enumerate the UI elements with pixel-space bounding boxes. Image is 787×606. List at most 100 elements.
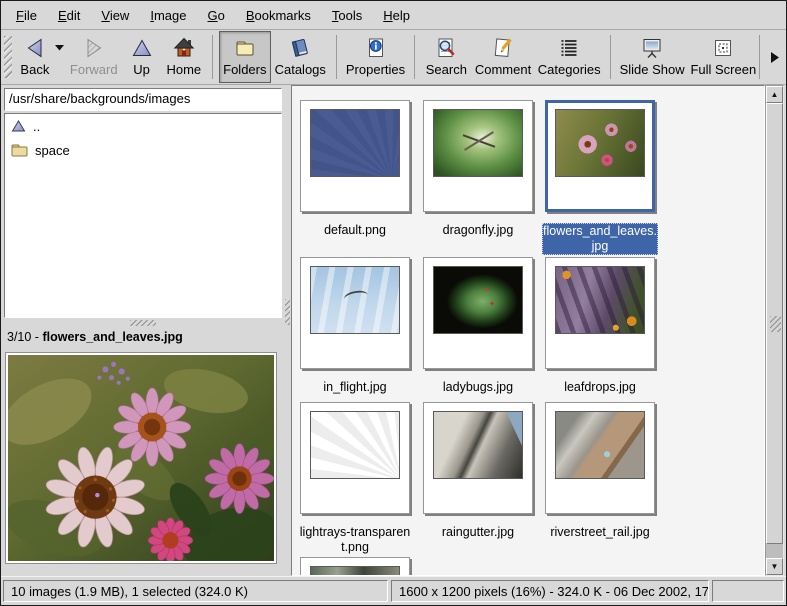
vertical-scrollbar[interactable]: ▲ ▼ xyxy=(765,85,784,576)
scrollbar-thumb[interactable] xyxy=(766,103,783,544)
preview-status-text: 3/10 - flowers_and_leaves.jpg xyxy=(1,327,284,349)
image-filename: leafdrops.jpg xyxy=(542,380,658,395)
chevron-right-icon xyxy=(771,52,779,63)
scroll-up-button[interactable]: ▲ xyxy=(766,86,783,103)
thumb-picture xyxy=(433,109,523,177)
statusbar-extra xyxy=(712,580,784,602)
image-thumbnail[interactable]: raingutter.jpg xyxy=(423,402,533,540)
menu-go[interactable]: Go xyxy=(198,3,233,28)
toolbar-separator xyxy=(414,35,415,79)
image-filename: lightrays-transparent.png xyxy=(297,525,413,555)
full-screen-label: Full Screen xyxy=(690,62,756,77)
menu-file[interactable]: File xyxy=(7,3,46,28)
browser-side-panel: /usr/share/backgrounds/images .. space xyxy=(1,85,284,576)
home-button[interactable]: Home xyxy=(162,31,206,83)
preview-image xyxy=(5,352,277,564)
image-filename: ladybugs.jpg xyxy=(420,380,536,395)
image-thumbnail[interactable]: riverstreet_rail.jpg xyxy=(545,402,655,540)
comment-label: Comment xyxy=(475,62,531,77)
image-thumbnail[interactable]: default.png xyxy=(300,100,410,238)
image-thumbnail[interactable]: in_flight.jpg xyxy=(300,257,410,395)
folder-item-label: .. xyxy=(33,119,40,134)
image-counter: 3/10 - xyxy=(7,330,39,344)
folders-button[interactable]: Folders xyxy=(219,31,271,83)
search-button[interactable]: Search xyxy=(421,31,471,83)
up-folder-icon xyxy=(11,119,26,133)
statusbar-summary: 10 images (1.9 MB), 1 selected (324.0 K) xyxy=(3,580,388,602)
thumb-picture xyxy=(310,109,400,177)
properties-button[interactable]: Properties xyxy=(343,31,409,83)
toolbar-overflow-button[interactable] xyxy=(766,31,784,83)
slide-show-label: Slide Show xyxy=(620,62,685,77)
catalogs-button[interactable]: Catalogs xyxy=(271,31,330,83)
thumb-picture xyxy=(433,411,523,479)
folders-label: Folders xyxy=(223,62,266,77)
image-thumbnail[interactable]: leafdrops.jpg xyxy=(545,257,655,395)
properties-label: Properties xyxy=(346,62,405,77)
back-label: Back xyxy=(20,62,49,77)
full-screen-button[interactable]: Full Screen xyxy=(688,31,760,83)
thumb-picture xyxy=(555,266,645,334)
back-button[interactable]: Back xyxy=(15,31,55,83)
toolbar-separator xyxy=(212,35,213,79)
toolbar-separator xyxy=(336,35,337,79)
gthumb-window: File Edit View Image Go Bookmarks Tools … xyxy=(0,0,787,606)
menu-bookmarks[interactable]: Bookmarks xyxy=(237,3,320,28)
chevron-down-icon xyxy=(55,45,64,51)
toolbar-separator xyxy=(610,35,611,79)
menu-view[interactable]: View xyxy=(92,3,138,28)
menu-help[interactable]: Help xyxy=(374,3,419,28)
image-thumbnail-selected[interactable]: flowers_and_leaves.jpg xyxy=(545,100,655,255)
up-icon xyxy=(130,35,154,61)
toolbar-separator xyxy=(759,35,760,79)
menubar: File Edit View Image Go Bookmarks Tools … xyxy=(1,1,786,30)
menu-tools[interactable]: Tools xyxy=(323,3,371,28)
comment-icon xyxy=(491,35,515,61)
thumb-picture xyxy=(310,411,400,479)
image-thumbnail[interactable] xyxy=(300,557,410,576)
scroll-down-button[interactable]: ▼ xyxy=(766,558,783,575)
back-icon xyxy=(23,35,47,61)
folder-item-label: space xyxy=(35,143,70,158)
up-label: Up xyxy=(133,62,150,77)
menu-edit[interactable]: Edit xyxy=(49,3,89,28)
statusbar: 10 images (1.9 MB), 1 selected (324.0 K)… xyxy=(1,576,786,605)
scrollbar-trough[interactable] xyxy=(766,544,783,558)
forward-icon xyxy=(82,35,106,61)
image-thumbnail[interactable]: ladybugs.jpg xyxy=(423,257,533,395)
slide-show-button[interactable]: Slide Show xyxy=(617,31,688,83)
toolbar-drag-handle[interactable] xyxy=(4,36,12,78)
image-filename: dragonfly.jpg xyxy=(420,223,536,238)
categories-label: Categories xyxy=(538,62,601,77)
thumbnail-grid[interactable]: default.png dragonfly.jpg flowers_and_le… xyxy=(291,85,765,576)
properties-icon xyxy=(364,35,388,61)
thumb-picture xyxy=(433,266,523,334)
folder-item-parent[interactable]: .. xyxy=(5,114,281,138)
images-summary-text: 10 images (1.9 MB), 1 selected (324.0 K) xyxy=(11,584,248,599)
thumb-picture xyxy=(555,109,645,177)
panel-splitter[interactable] xyxy=(284,85,291,576)
full-screen-icon xyxy=(711,35,735,61)
image-thumbnail[interactable]: dragonfly.jpg xyxy=(423,100,533,238)
up-button[interactable]: Up xyxy=(122,31,162,83)
catalogs-label: Catalogs xyxy=(275,62,326,77)
thumb-picture xyxy=(310,566,400,576)
image-info-text: 1600 x 1200 pixels (16%) - 324.0 K - 06 … xyxy=(399,584,709,599)
location-entry[interactable]: /usr/share/backgrounds/images xyxy=(4,88,282,111)
menu-image[interactable]: Image xyxy=(141,3,195,28)
image-filename: default.png xyxy=(297,223,413,238)
categories-icon xyxy=(557,35,581,61)
slide-show-icon xyxy=(640,35,664,61)
search-icon xyxy=(434,35,458,61)
toolbar: Back Forward Up xyxy=(1,30,786,85)
categories-button[interactable]: Categories xyxy=(535,31,604,83)
image-thumbnail[interactable]: lightrays-transparent.png xyxy=(300,402,410,555)
comment-button[interactable]: Comment xyxy=(471,31,534,83)
forward-button[interactable]: Forward xyxy=(66,31,122,83)
folder-item-space[interactable]: space xyxy=(5,138,281,162)
image-filename: riverstreet_rail.jpg xyxy=(542,525,658,540)
catalogs-icon xyxy=(288,35,312,61)
flowers-photo xyxy=(8,355,274,561)
back-history-dropdown[interactable] xyxy=(55,31,64,83)
preview-splitter[interactable] xyxy=(1,318,284,327)
